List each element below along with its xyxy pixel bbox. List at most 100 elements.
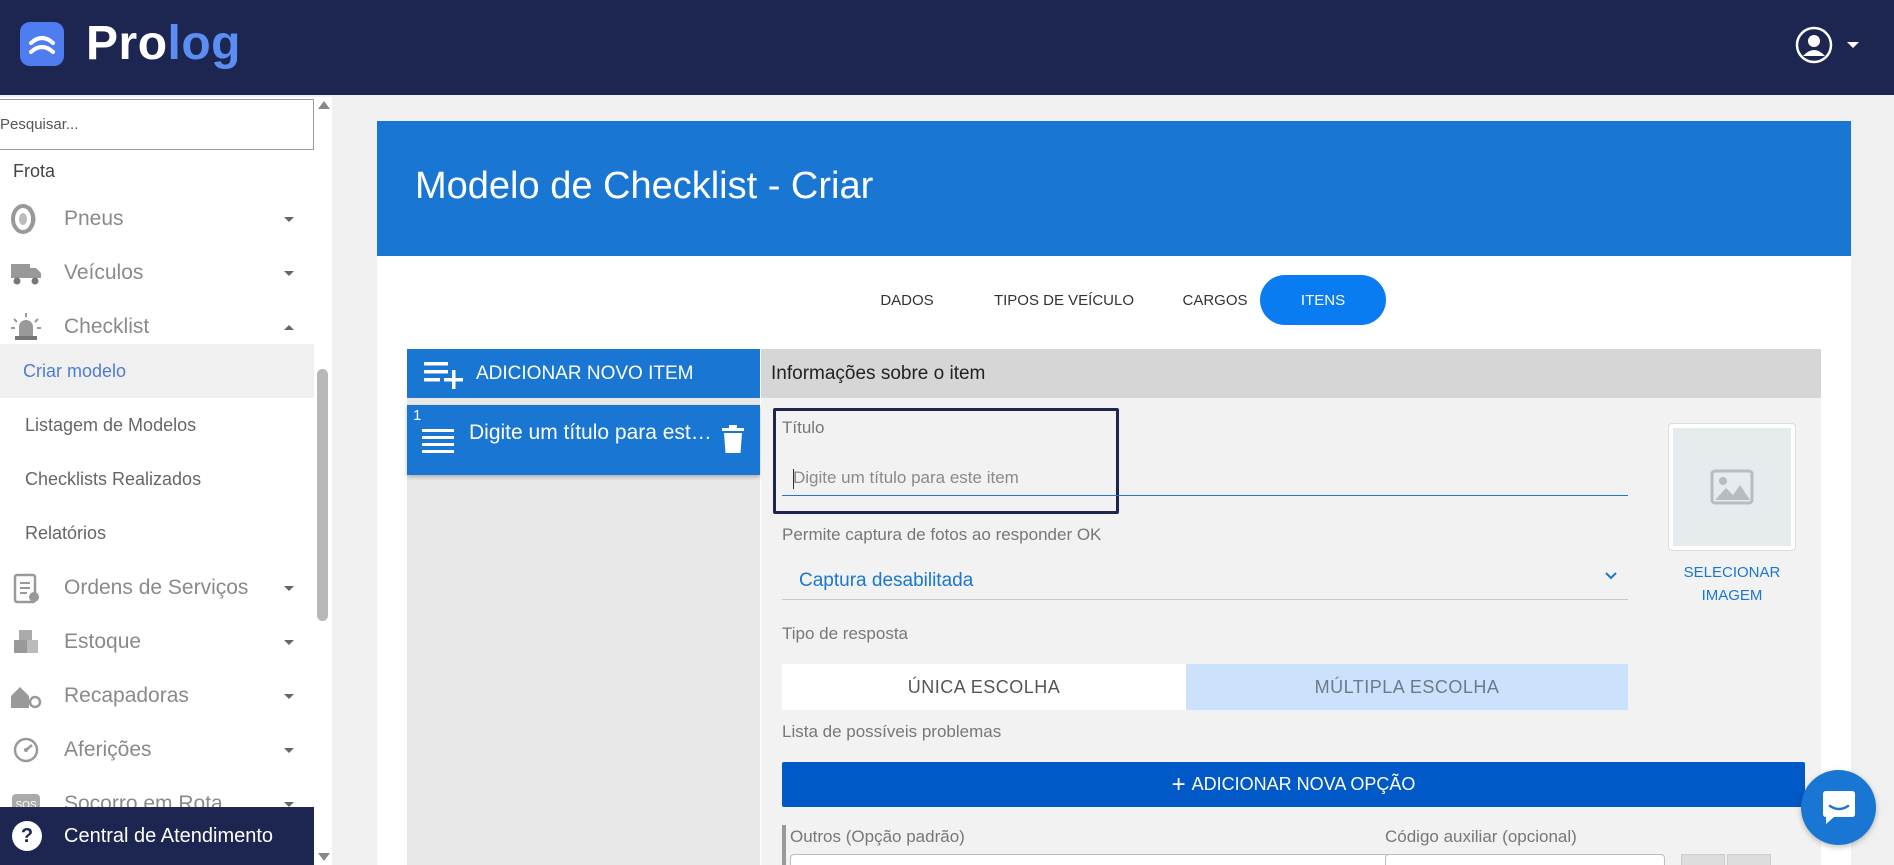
chevron-down-icon	[284, 693, 294, 699]
boxes-icon	[10, 626, 42, 658]
sidebar-subitem-listagem-modelos[interactable]: Listagem de Modelos	[0, 398, 314, 452]
sidebar: Frota Pneus Veículos Checklist Criar mod…	[0, 97, 332, 865]
photo-capture-value: Captura desabilitada	[799, 570, 974, 591]
chevron-up-icon	[284, 324, 294, 330]
image-placeholder-icon	[1710, 469, 1754, 505]
logo-text-pro: Pro	[86, 17, 168, 70]
playlist-add-icon	[424, 362, 463, 389]
chevron-down-icon	[284, 747, 294, 753]
sidebar-subitem-label: Criar modelo	[23, 360, 127, 381]
clipboard-icon	[10, 572, 42, 604]
help-icon: ?	[12, 821, 42, 851]
logo-text: Prolog	[86, 20, 241, 68]
response-type-toggle: ÚNICA ESCOLHA MÚLTIPLA ESCOLHA	[782, 664, 1628, 710]
item-title: Digite um título para este item	[469, 421, 719, 444]
chevron-down-icon	[1605, 572, 1617, 580]
other-option-input[interactable]	[790, 854, 1391, 865]
chevron-down-icon	[284, 801, 294, 807]
logo[interactable]: Prolog	[20, 20, 241, 68]
sidebar-subitem-relatorios[interactable]: Relatórios	[0, 506, 314, 560]
chevron-down-icon	[284, 216, 294, 222]
sidebar-subitem-label: Relatórios	[25, 522, 107, 543]
sidebar-section-frota: Frota	[13, 161, 56, 181]
central-atendimento-label: Central de Atendimento	[64, 824, 274, 847]
response-type-label: Tipo de resposta	[782, 624, 908, 643]
title-field-label: Título	[782, 418, 825, 437]
sidebar-item-label: Aferições	[64, 738, 152, 761]
multiple-choice-button[interactable]: MÚLTIPLA ESCOLHA	[1186, 664, 1628, 710]
siren-icon	[10, 311, 42, 343]
tire-icon	[10, 203, 42, 235]
logo-text-log: log	[167, 17, 241, 70]
sidebar-item-label: Recapadoras	[64, 684, 189, 707]
user-menu-caret-icon	[1847, 42, 1859, 48]
drag-handle-icon[interactable]	[422, 429, 454, 455]
chat-icon	[1822, 790, 1855, 824]
sidebar-item-estoque[interactable]: Estoque	[0, 615, 314, 669]
aux-code-label: Código auxiliar (opcional)	[1385, 827, 1577, 846]
other-option-label: Outros (Opção padrão)	[790, 827, 965, 846]
user-menu[interactable]	[1795, 26, 1859, 64]
logo-mark-icon	[20, 22, 64, 66]
option-action-button[interactable]	[1681, 854, 1725, 865]
item-info-header: Informações sobre o item	[761, 349, 1821, 398]
sidebar-item-recapadoras[interactable]: Recapadoras	[0, 669, 314, 723]
sidebar-search-input[interactable]	[0, 99, 314, 150]
sidebar-item-label: Pneus	[64, 207, 124, 230]
scroll-up-arrow-icon[interactable]	[318, 101, 330, 109]
add-new-item-label: ADICIONAR NOVO ITEM	[476, 362, 694, 384]
sidebar-item-label: Estoque	[64, 630, 142, 653]
item-info-title: Informações sobre o item	[771, 362, 986, 384]
chevron-down-icon	[284, 585, 294, 591]
add-new-option-label: ADICIONAR NOVA OPÇÃO	[1191, 774, 1416, 794]
gauge-icon	[10, 734, 42, 766]
photo-capture-select[interactable]: Captura desabilitada	[782, 560, 1628, 600]
sidebar-item-label: Veículos	[64, 261, 144, 284]
chevron-down-icon	[284, 639, 294, 645]
item-image-box[interactable]	[1668, 423, 1796, 551]
problems-list-label: Lista de possíveis problemas	[782, 722, 1002, 741]
trash-icon[interactable]	[722, 425, 744, 453]
tab-tipos-veiculo[interactable]: TIPOS DE VEÍCULO	[974, 275, 1154, 325]
tab-bar: DADOS TIPOS DE VEÍCULO CARGOS ITENS	[377, 275, 1851, 325]
tab-itens[interactable]: ITENS	[1260, 275, 1386, 325]
tab-cargos[interactable]: CARGOS	[1160, 275, 1270, 325]
sidebar-item-afericoes[interactable]: Aferições	[0, 723, 314, 777]
item-number: 1	[413, 407, 422, 424]
plus-icon: +	[1171, 770, 1186, 798]
sidebar-subitem-label: Checklists Realizados	[25, 468, 202, 489]
photo-capture-label: Permite captura de fotos ao responder OK	[782, 525, 1102, 544]
checklist-model-card: Modelo de Checklist - Criar DADOS TIPOS …	[377, 121, 1851, 865]
option-action-button[interactable]	[1727, 854, 1771, 865]
card-header: Modelo de Checklist - Criar	[377, 121, 1851, 256]
factory-icon	[10, 680, 42, 712]
sidebar-item-ordens-servicos[interactable]: Ordens de Serviços	[0, 561, 314, 615]
chat-support-button[interactable]	[1801, 770, 1876, 845]
sidebar-item-label: Ordens de Serviços	[64, 576, 249, 599]
top-bar: Prolog	[0, 0, 1894, 95]
sidebar-item-veiculos[interactable]: Veículos	[0, 246, 314, 300]
image-placeholder	[1673, 428, 1791, 546]
truck-icon	[10, 257, 42, 289]
central-atendimento-button[interactable]: ? Central de Atendimento	[0, 807, 316, 865]
scroll-thumb[interactable]	[317, 369, 328, 621]
tab-dados[interactable]: DADOS	[852, 275, 962, 325]
chevron-down-icon	[284, 270, 294, 276]
title-input[interactable]	[782, 461, 1628, 496]
text-cursor	[793, 469, 794, 489]
add-new-item-button[interactable]: ADICIONAR NOVO ITEM	[407, 349, 760, 398]
checklist-item-card[interactable]: 1 Digite um título para este item	[407, 405, 760, 475]
page-title: Modelo de Checklist - Criar	[415, 165, 874, 207]
user-avatar-icon	[1795, 26, 1833, 64]
single-choice-button[interactable]: ÚNICA ESCOLHA	[782, 664, 1186, 710]
sidebar-item-label: Checklist	[64, 315, 150, 338]
sidebar-subitem-checklists-realizados[interactable]: Checklists Realizados	[0, 452, 314, 506]
sidebar-scrollbar[interactable]	[314, 97, 332, 865]
aux-code-input[interactable]	[1385, 854, 1665, 865]
scroll-down-arrow-icon[interactable]	[318, 853, 330, 861]
add-new-option-button[interactable]: + ADICIONAR NOVA OPÇÃO	[782, 762, 1805, 807]
sidebar-subitem-criar-modelo[interactable]: Criar modelo	[0, 344, 314, 398]
select-image-button[interactable]: SELECIONAR IMAGEM	[1660, 561, 1804, 607]
sidebar-item-pneus[interactable]: Pneus	[0, 192, 314, 246]
option-drag-bar	[782, 825, 786, 865]
